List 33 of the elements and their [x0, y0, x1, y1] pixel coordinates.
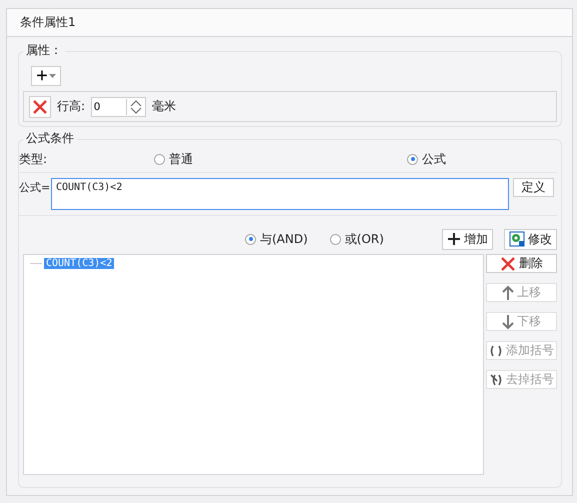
remove-parentheses-icon: [489, 372, 503, 386]
formula-field[interactable]: COUNT(C3)<2: [51, 178, 509, 210]
add-button[interactable]: 增加: [442, 228, 493, 250]
arrow-down-icon: [502, 314, 514, 330]
panel-title: 属性：: [23, 42, 65, 59]
parentheses-icon: [489, 344, 503, 358]
unit-label: 毫米: [152, 98, 176, 115]
radio-label: 公式: [422, 150, 446, 168]
row-height-spinner[interactable]: 0: [91, 96, 146, 116]
radio-label: 与(AND): [260, 230, 308, 248]
radio-button[interactable]: [154, 154, 165, 164]
remove-button[interactable]: [29, 96, 51, 118]
type-label: 类型:: [19, 150, 48, 168]
close-icon: [500, 256, 516, 272]
radio-label: 或(OR): [344, 230, 384, 248]
add-button[interactable]: +: [31, 66, 61, 86]
panel-title: 公式条件: [23, 130, 77, 147]
edit-button[interactable]: 修改: [504, 228, 557, 250]
radio-label: 普通: [169, 150, 193, 168]
plus-icon: [447, 232, 461, 246]
define-button[interactable]: 定义: [513, 178, 554, 197]
delete-button[interactable]: 删除: [486, 254, 557, 273]
window-title: 条件属性1: [20, 14, 76, 31]
spin-up-icon[interactable]: [129, 98, 144, 106]
row-height-label: 行高:: [57, 98, 86, 115]
radio-button[interactable]: [330, 234, 341, 244]
arrow-up-icon: [502, 284, 514, 300]
close-icon: [32, 98, 48, 114]
caret-icon: [48, 74, 56, 78]
spin-down-icon[interactable]: [129, 106, 144, 114]
radio-button[interactable]: [407, 154, 418, 164]
radio-button[interactable]: [245, 234, 256, 244]
formula-label: 公式=: [19, 180, 51, 195]
